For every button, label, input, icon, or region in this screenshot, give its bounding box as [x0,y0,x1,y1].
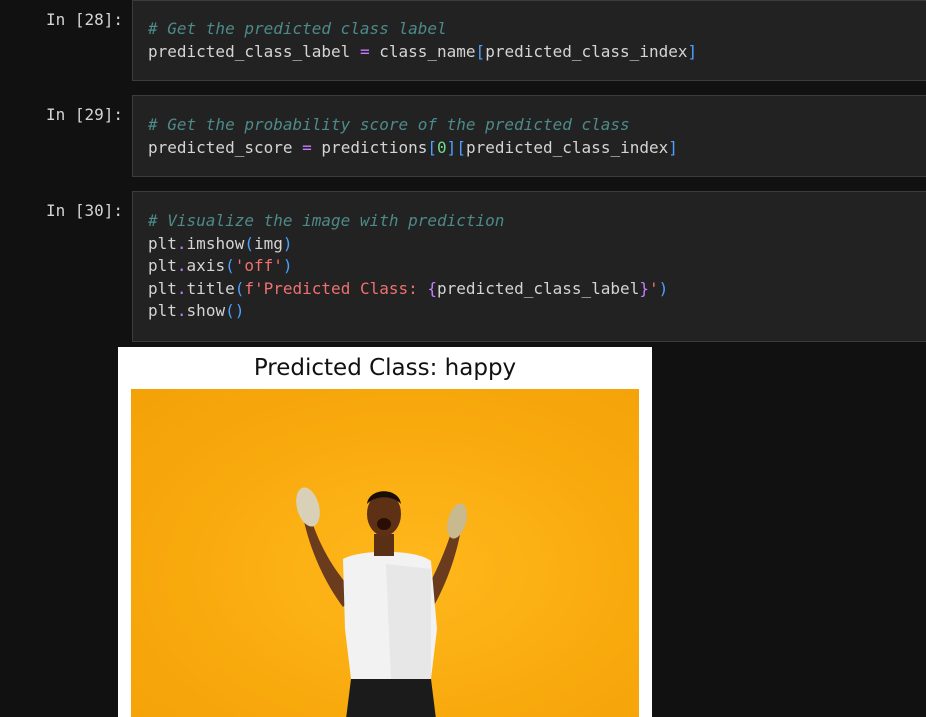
code-token: . [176,233,187,253]
code-token: ) [282,233,293,253]
code-token: predictions [321,137,428,157]
output-image [131,389,639,717]
code-token: [ [475,41,486,61]
pants-shape [346,679,436,717]
code-token: class_name [379,41,476,61]
output-plot-title: Predicted Class: happy [253,355,517,381]
code-token: img [253,233,283,253]
code-line: plt.imshow(img) [148,234,293,253]
code-token: imshow [186,233,245,253]
code-token: plt [148,233,177,253]
code-token: ) [234,301,245,320]
code-token: predicted_class_index [465,137,669,157]
code-token: title [186,278,235,298]
cell-prompt-28: In [28]: [46,10,124,29]
code-token: show [186,301,226,320]
code-line: predicted_class_label = class_name[predi… [148,42,697,61]
code-comment: # Get the probability score of the predi… [148,115,630,134]
code-token: f'Predicted Class: [244,278,428,298]
code-token: [ [427,137,438,157]
code-comment: # Visualize the image with prediction [148,211,505,230]
code-token: ( [225,301,235,320]
code-token: { [427,278,438,298]
code-token: ) [282,256,293,275]
code-token: . [176,278,187,298]
cell-prompt-29: In [29]: [46,105,124,124]
code-editor[interactable]: # Get the probability score of the predi… [148,114,678,159]
code-token: plt [148,301,177,320]
code-token: ( [244,233,254,253]
code-line: plt.axis('off') [148,256,293,275]
code-token: plt [148,256,177,275]
code-cell-29[interactable]: # Get the probability score of the predi… [132,95,926,177]
code-comment: # Get the predicted class label [148,19,447,38]
code-token: plt [148,278,177,298]
code-editor[interactable]: # Get the predicted class label predicte… [148,18,697,63]
cell-output: Predicted Class: happy [118,347,652,717]
code-token: 0 [437,137,447,157]
cell-prompt-30: In [30]: [46,201,124,220]
money-left-icon [296,487,320,527]
code-token: = [359,41,370,61]
code-token: axis [186,256,226,275]
code-token: ] [668,137,678,157]
happy-person-illustration [296,487,467,717]
code-token: ] [446,137,457,157]
code-token: ) [658,278,669,298]
code-token: predicted_class_label [437,278,640,298]
code-token: predicted_score [148,137,293,157]
mouth-shape [377,518,391,530]
code-cell-30[interactable]: # Visualize the image with prediction pl… [132,191,926,342]
code-line: plt.show() [148,301,244,320]
code-cell-28[interactable]: # Get the predicted class label predicte… [132,0,926,81]
code-editor[interactable]: # Visualize the image with prediction pl… [148,210,668,323]
code-token: [ [456,137,466,157]
shirt-shadow-shape [386,564,431,679]
code-token: predicted_class_index [485,41,688,61]
code-token: predicted_class_label [148,41,351,61]
code-line: predicted_score = predictions[0][predict… [148,138,678,157]
code-line: plt.title(f'Predicted Class: {predicted_… [148,279,668,298]
code-token: = [302,137,312,157]
code-token: . [176,301,187,320]
code-token: 'off' [234,256,283,275]
code-token: ( [225,256,235,275]
code-token: . [176,256,187,275]
code-token: } [639,278,649,298]
neck-shape [374,534,394,556]
money-right-icon [447,503,467,539]
code-token: ] [687,41,698,61]
code-token: ' [648,278,659,298]
code-token: ( [234,278,245,298]
